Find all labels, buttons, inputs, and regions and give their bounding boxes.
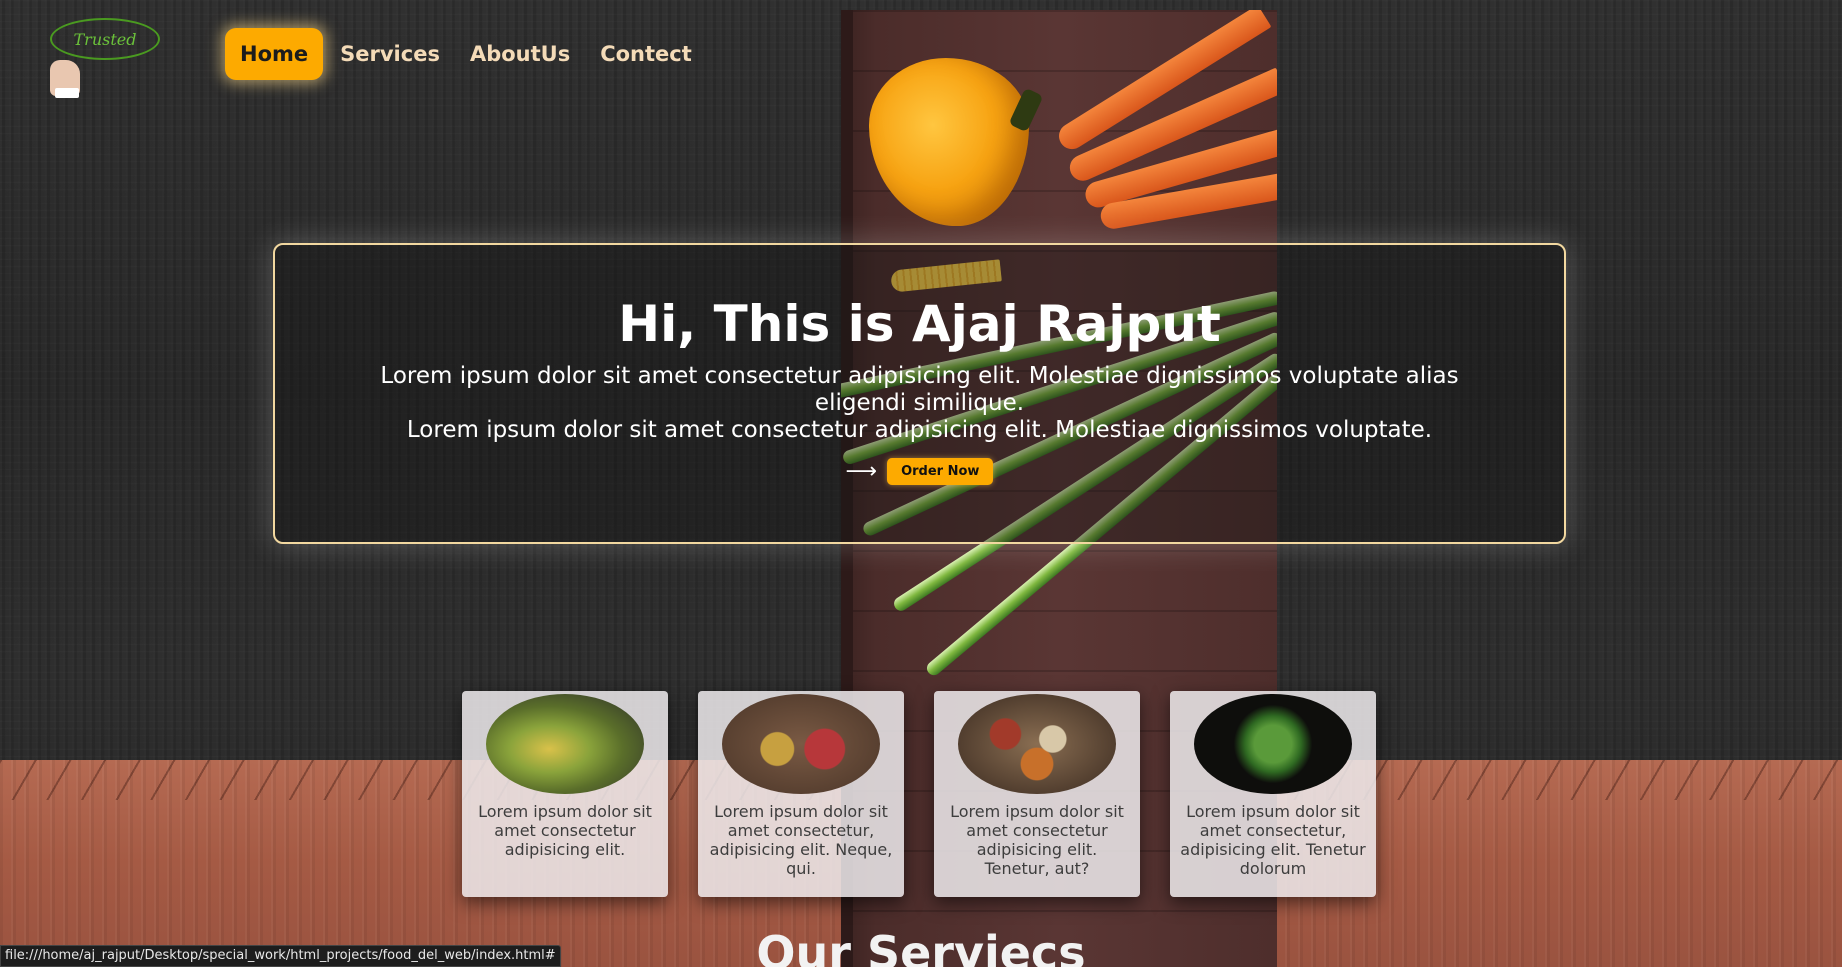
assorted-food-image (958, 694, 1116, 794)
market-stall-image (486, 694, 644, 794)
logo-hand-icon (50, 60, 80, 98)
feature-cards: Lorem ipsum dolor sit amet consectetur a… (462, 691, 1376, 897)
browser-status-bar: file:///home/aj_rajput/Desktop/special_w… (0, 945, 561, 967)
nav-aboutus-link[interactable]: AboutUs (455, 28, 585, 80)
hero-title: Hi, This is Ajaj Rajput (618, 295, 1221, 353)
hero-paragraph-line-2: Lorem ipsum dolor sit amet consectetur a… (406, 417, 1433, 443)
hero-box: Hi, This is Ajaj Rajput Lorem ipsum dolo… (273, 243, 1566, 544)
nav-contect-link[interactable]: Contect (585, 28, 707, 80)
order-now-button[interactable]: Order Now (887, 458, 994, 485)
card-text: Lorem ipsum dolor sit amet consectetur a… (478, 802, 652, 859)
hero-paragraph: Lorem ipsum dolor sit amet consectetur a… (335, 363, 1504, 444)
feature-card[interactable]: Lorem ipsum dolor sit amet consectetur, … (698, 691, 904, 897)
cabbage-image (1194, 694, 1352, 794)
logo-oval: Trusted (50, 18, 160, 60)
arrow-right-icon: ⟶ (845, 459, 878, 484)
yellow-pepper (869, 58, 1029, 226)
main-nav: Home Services AboutUs Contect (225, 28, 707, 80)
feature-card[interactable]: Lorem ipsum dolor sit amet consectetur, … (1170, 691, 1376, 897)
feature-card[interactable]: Lorem ipsum dolor sit amet consectetur a… (934, 691, 1140, 897)
feature-card[interactable]: Lorem ipsum dolor sit amet consectetur a… (462, 691, 668, 897)
card-text: Lorem ipsum dolor sit amet consectetur, … (709, 802, 893, 878)
card-text: Lorem ipsum dolor sit amet consectetur a… (950, 802, 1124, 878)
apples-image (722, 694, 880, 794)
nav-home-link[interactable]: Home (225, 28, 324, 80)
hero-paragraph-line-1: Lorem ipsum dolor sit amet consectetur a… (380, 363, 1459, 416)
card-text: Lorem ipsum dolor sit amet consectetur, … (1180, 802, 1366, 878)
site-logo[interactable]: Trusted (50, 18, 162, 98)
nav-services-link[interactable]: Services (325, 28, 455, 80)
hero-cta: ⟶ Order Now (275, 458, 1564, 485)
